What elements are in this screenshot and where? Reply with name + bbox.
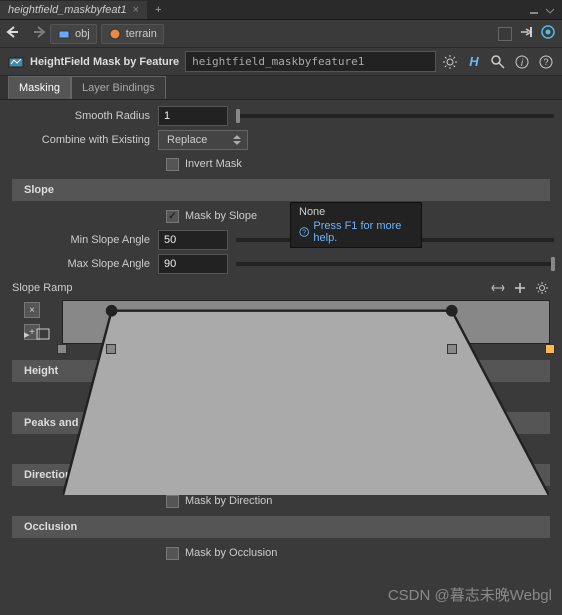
smooth-radius-label: Smooth Radius xyxy=(8,110,158,122)
path-chip-obj[interactable]: obj xyxy=(50,24,97,44)
params-panel: Smooth Radius Combine with Existing Repl… xyxy=(0,100,562,569)
section-occlusion[interactable]: Occlusion xyxy=(12,516,550,538)
tab-title: heightfield_maskbyfeat1 xyxy=(8,4,127,16)
ramp-fit-icon[interactable] xyxy=(36,328,50,343)
window-tab-bar: heightfield_maskbyfeat1 × + xyxy=(0,0,562,20)
mask-by-slope-label: Mask by Slope xyxy=(185,210,257,222)
terrain-icon xyxy=(108,27,122,41)
obj-icon xyxy=(57,27,71,41)
mask-by-direction-label: Mask by Direction xyxy=(185,495,272,507)
ramp-marker[interactable] xyxy=(447,344,457,354)
min-slope-input[interactable] xyxy=(158,230,228,250)
pin-icon[interactable] xyxy=(518,24,534,43)
max-slope-label: Max Slope Angle xyxy=(8,258,158,270)
nav-back-icon[interactable] xyxy=(6,25,24,42)
slope-ramp: Slope Ramp × + ▸ xyxy=(12,280,550,356)
houdini-icon[interactable]: H xyxy=(466,54,482,70)
ramp-markers[interactable] xyxy=(62,344,550,356)
ramp-remove-button[interactable]: × xyxy=(24,302,40,318)
ramp-gear-icon[interactable] xyxy=(534,280,550,296)
tab-layer-bindings[interactable]: Layer Bindings xyxy=(71,76,166,99)
node-header: HeightField Mask by Feature H i ? xyxy=(0,48,562,76)
tooltip-text: None xyxy=(291,205,421,219)
gear-icon[interactable] xyxy=(442,54,458,70)
slope-ramp-label: Slope Ramp xyxy=(12,282,73,294)
ramp-add-icon[interactable] xyxy=(512,280,528,296)
window-controls xyxy=(528,4,562,16)
tab-close-icon[interactable]: × xyxy=(133,4,139,16)
max-slope-input[interactable] xyxy=(158,254,228,274)
ramp-marker[interactable] xyxy=(57,344,67,354)
ramp-marker[interactable] xyxy=(106,344,116,354)
min-slope-label: Min Slope Angle xyxy=(8,234,158,246)
watermark: CSDN @暮志未晚Webgl xyxy=(388,584,552,605)
path-obj-label: obj xyxy=(75,28,90,40)
nav-forward-icon[interactable] xyxy=(28,25,46,42)
window-tab[interactable]: heightfield_maskbyfeat1 × xyxy=(0,1,147,19)
path-dropdown-icon[interactable] xyxy=(498,27,512,41)
ramp-expand-h-icon[interactable] xyxy=(490,280,506,296)
path-bar: obj terrain xyxy=(0,20,562,48)
combine-label: Combine with Existing xyxy=(8,134,158,146)
smooth-radius-input[interactable] xyxy=(158,106,228,126)
max-slope-slider[interactable] xyxy=(236,262,554,266)
menu-icon[interactable] xyxy=(544,4,556,16)
node-type-icon xyxy=(8,54,24,70)
tab-add-button[interactable]: + xyxy=(147,4,169,16)
svg-text:?: ? xyxy=(543,57,548,67)
mask-by-direction-checkbox[interactable] xyxy=(166,495,179,508)
node-type-label: HeightField Mask by Feature xyxy=(30,56,179,68)
ramp-marker-selected[interactable] xyxy=(545,344,555,354)
mask-by-occlusion-checkbox[interactable] xyxy=(166,547,179,560)
path-chip-terrain[interactable]: terrain xyxy=(101,24,164,44)
combine-select[interactable]: Replace xyxy=(158,130,248,150)
path-terrain-label: terrain xyxy=(126,28,157,40)
tooltip-help: ? Press F1 for more help. xyxy=(291,219,421,245)
tab-masking[interactable]: Masking xyxy=(8,76,71,99)
node-name-input[interactable] xyxy=(185,51,436,72)
smooth-radius-slider[interactable] xyxy=(236,114,554,118)
tooltip: None ? Press F1 for more help. xyxy=(290,202,422,248)
mask-by-occlusion-label: Mask by Occlusion xyxy=(185,547,277,559)
help-small-icon: ? xyxy=(299,226,309,238)
ramp-play-icon[interactable]: ▸ xyxy=(24,328,30,343)
record-icon[interactable] xyxy=(540,24,556,43)
section-slope[interactable]: Slope xyxy=(12,179,550,201)
help-icon[interactable]: ? xyxy=(538,54,554,70)
invert-mask-checkbox[interactable] xyxy=(166,158,179,171)
minimize-icon[interactable] xyxy=(528,4,540,16)
invert-mask-label: Invert Mask xyxy=(185,158,242,170)
ramp-canvas[interactable] xyxy=(62,300,550,344)
info-icon[interactable]: i xyxy=(514,54,530,70)
search-icon[interactable] xyxy=(490,54,506,70)
param-tabs: Masking Layer Bindings xyxy=(0,76,562,100)
svg-text:?: ? xyxy=(302,230,306,237)
mask-by-slope-checkbox[interactable] xyxy=(166,210,179,223)
